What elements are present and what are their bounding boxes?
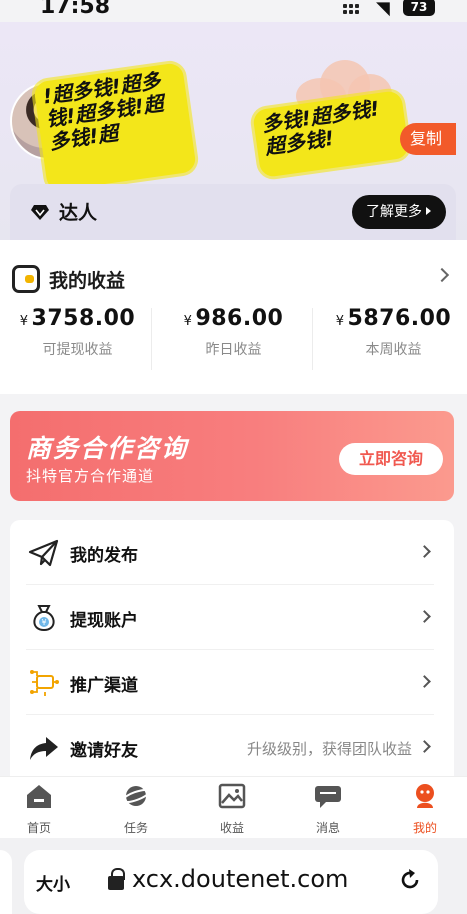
profile-icon <box>416 784 434 808</box>
stat-amount: 5876.00 <box>347 306 452 331</box>
reload-icon[interactable] <box>398 868 422 892</box>
menu-list: 我的发布 ¥ 提现账户 推广渠道 邀请好友 升级级别，获得团队收益 <box>10 520 454 780</box>
tab-tasks[interactable]: 任务 <box>106 783 166 836</box>
business-promo-banner[interactable]: 商务合作咨询 抖特官方合作通道 立即咨询 <box>10 411 454 501</box>
promo-title: 商务合作咨询 <box>26 434 189 463</box>
learn-more-label: 了解更多 <box>366 204 422 220</box>
consult-now-button[interactable]: 立即咨询 <box>339 443 443 475</box>
learn-more-button[interactable]: 了解更多 <box>352 195 446 229</box>
stat-label: 昨日收益 <box>205 342 262 358</box>
tab-label: 任务 <box>123 821 148 835</box>
stat-amount: 986.00 <box>195 306 284 331</box>
menu-item-invite-friends[interactable]: 邀请好友 升级级别，获得团队收益 <box>10 715 454 780</box>
menu-item-promo-channels[interactable]: 推广渠道 <box>10 650 454 715</box>
paper-plane-icon <box>28 539 59 567</box>
stat-amount: 3758.00 <box>31 306 136 331</box>
tab-label: 收益 <box>219 821 244 835</box>
menu-item-label: 提现账户 <box>70 611 138 631</box>
image-chart-icon <box>218 783 246 809</box>
chevron-right-icon <box>418 545 431 558</box>
menu-item-withdraw-account[interactable]: ¥ 提现账户 <box>10 585 454 650</box>
name-sticker: !超多钱!超多钱!超多钱!超多钱!超 <box>33 62 197 192</box>
url-field[interactable]: 大小 xcx.doutenet.com <box>24 850 438 914</box>
divider <box>312 308 313 370</box>
bottom-tab-bar: 首页 任务 收益 消息 我的 <box>0 776 467 838</box>
tab-label: 首页 <box>26 821 51 835</box>
chevron-right-icon[interactable] <box>434 267 450 283</box>
share-arrow-icon <box>30 737 58 760</box>
status-time: 17:58 <box>40 0 111 19</box>
money-bag-icon: ¥ <box>33 605 55 632</box>
id-sticker: 多钱!超多钱!超多钱! <box>251 89 411 179</box>
tab-messages[interactable]: 消息 <box>298 783 358 836</box>
profile-header: !超多钱!超多钱!超多钱!超多钱!超 多钱!超多钱!超多钱! 复制 达人 了解更… <box>0 22 467 240</box>
tab-earnings[interactable]: 收益 <box>202 783 262 836</box>
cellular-signal-icon <box>343 2 365 16</box>
text-size-button[interactable]: 大小 <box>36 870 70 895</box>
talent-badge-bar: 达人 了解更多 <box>10 184 456 240</box>
currency-symbol: ¥ <box>19 314 29 329</box>
earnings-card: 我的收益 ¥3758.00 可提现收益 ¥986.00 昨日收益 ¥5876.0… <box>0 240 467 394</box>
chevron-right-icon <box>418 740 431 753</box>
menu-item-my-posts[interactable]: 我的发布 <box>10 520 454 585</box>
copy-button[interactable]: 复制 <box>400 123 456 155</box>
message-icon <box>315 786 341 808</box>
chevron-right-icon <box>418 610 431 623</box>
channel-network-icon <box>30 670 59 696</box>
menu-item-label: 推广渠道 <box>70 676 138 696</box>
menu-item-label: 我的发布 <box>70 546 138 566</box>
status-bar: 17:58 ◥ 73 <box>0 0 467 22</box>
lock-icon <box>108 868 125 890</box>
battery-icon: 73 <box>403 0 435 16</box>
tab-label: 我的 <box>412 821 437 835</box>
browser-address-bar: 大小 xcx.doutenet.com <box>0 838 467 914</box>
promo-subtitle: 抖特官方合作通道 <box>26 467 155 485</box>
stat-label: 可提现收益 <box>42 342 113 358</box>
tab-mine[interactable]: 我的 <box>395 783 455 836</box>
talent-label: 达人 <box>59 202 98 224</box>
wifi-icon: ◥ <box>376 0 390 19</box>
currency-symbol: ¥ <box>335 314 345 329</box>
diamond-icon <box>31 205 49 220</box>
divider <box>151 308 152 370</box>
url-text[interactable]: xcx.doutenet.com <box>132 865 348 893</box>
svg-text:¥: ¥ <box>41 618 46 627</box>
tab-label: 消息 <box>315 821 340 835</box>
tab-home[interactable]: 首页 <box>9 783 69 836</box>
stat-label: 本周收益 <box>365 342 422 358</box>
wallet-icon <box>12 265 40 293</box>
withdrawable-earnings[interactable]: ¥3758.00 可提现收益 <box>0 306 155 359</box>
currency-symbol: ¥ <box>183 314 193 329</box>
weekly-earnings[interactable]: ¥5876.00 本周收益 <box>316 306 467 359</box>
menu-item-hint: 升级级别，获得团队收益 <box>246 740 412 758</box>
menu-item-label: 邀请好友 <box>70 741 138 761</box>
chevron-right-icon <box>418 675 431 688</box>
previous-tab-edge[interactable] <box>0 850 12 914</box>
home-icon <box>27 785 51 808</box>
play-triangle-icon <box>426 207 431 215</box>
earnings-title: 我的收益 <box>49 270 126 292</box>
yesterday-earnings[interactable]: ¥986.00 昨日收益 <box>156 306 311 359</box>
planet-icon <box>121 786 151 806</box>
